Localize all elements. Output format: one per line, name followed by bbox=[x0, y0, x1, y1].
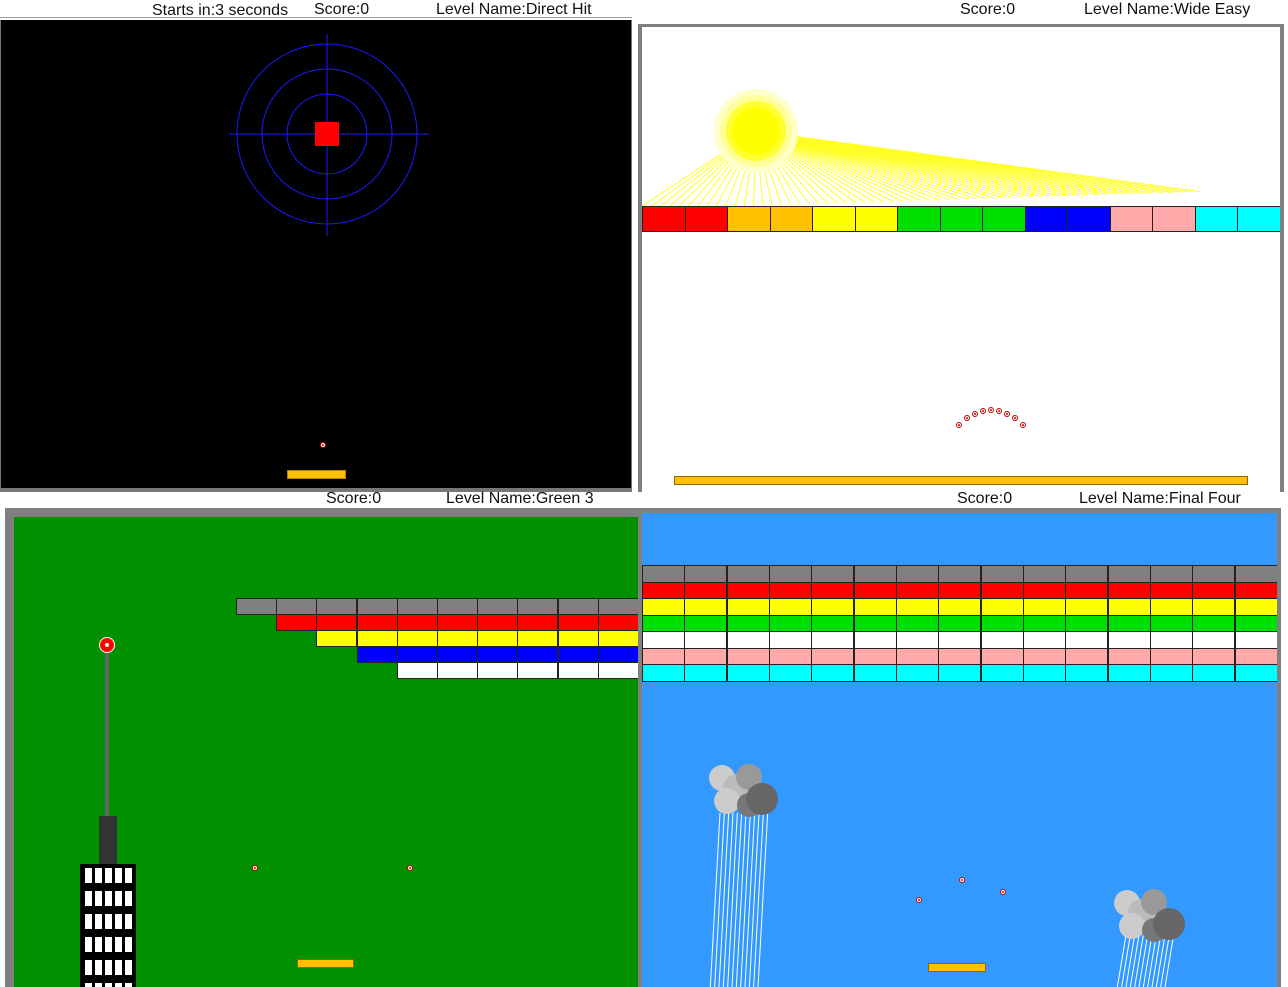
brick bbox=[397, 630, 438, 647]
ball bbox=[980, 407, 986, 414]
ball bbox=[956, 422, 962, 428]
ball bbox=[252, 865, 258, 871]
target-decoration bbox=[229, 34, 429, 236]
brick bbox=[276, 614, 317, 631]
level-name-text: Level Name:Wide Easy bbox=[1084, 1, 1251, 18]
brick bbox=[812, 206, 856, 232]
score-text: Score:0 bbox=[960, 1, 1016, 18]
brick bbox=[437, 662, 478, 679]
brick bbox=[437, 630, 478, 647]
brick bbox=[397, 646, 438, 663]
play-field[interactable] bbox=[0, 20, 632, 492]
ball bbox=[996, 407, 1002, 414]
ball bbox=[1004, 410, 1010, 417]
score-text: Score:0 bbox=[957, 490, 1013, 507]
brick bbox=[477, 630, 518, 647]
target-brick bbox=[315, 122, 339, 146]
paddle[interactable] bbox=[928, 963, 986, 972]
brick bbox=[477, 646, 518, 663]
ball bbox=[320, 442, 326, 448]
brick bbox=[517, 614, 558, 631]
ball bbox=[407, 865, 413, 871]
brick bbox=[642, 206, 686, 232]
brick bbox=[1025, 206, 1069, 232]
ball bbox=[959, 877, 965, 883]
brick bbox=[1195, 206, 1239, 232]
cloud-icon bbox=[1114, 889, 1185, 942]
paddle[interactable] bbox=[297, 959, 354, 968]
brick bbox=[357, 598, 398, 615]
brick bbox=[517, 630, 558, 647]
brick bbox=[685, 206, 729, 232]
brick bbox=[397, 662, 438, 679]
ball bbox=[1020, 422, 1026, 428]
brick bbox=[517, 598, 558, 615]
brick bbox=[1110, 206, 1154, 232]
ball bbox=[988, 407, 994, 413]
brick bbox=[1237, 206, 1280, 232]
brick bbox=[598, 630, 638, 647]
brick bbox=[770, 206, 814, 232]
level-name-text: Level Name:Final Four bbox=[1079, 490, 1241, 507]
brick bbox=[437, 646, 478, 663]
brick bbox=[558, 630, 599, 647]
play-field[interactable] bbox=[5, 508, 638, 987]
brick bbox=[727, 206, 771, 232]
level-name-text: Level Name:Green 3 bbox=[446, 490, 594, 507]
game-pane-direct-hit: Starts in:3 seconds Score:0 Level Name:D… bbox=[0, 0, 636, 492]
brick bbox=[357, 630, 398, 647]
brick bbox=[598, 614, 638, 631]
ball bbox=[972, 410, 978, 417]
brick bbox=[397, 598, 438, 615]
paddle[interactable] bbox=[674, 476, 1248, 485]
brick bbox=[598, 598, 638, 615]
brick bbox=[558, 598, 599, 615]
brick bbox=[276, 598, 317, 615]
brick bbox=[477, 662, 518, 679]
brick bbox=[437, 598, 478, 615]
score-text: Score:0 bbox=[326, 490, 382, 507]
brick bbox=[316, 630, 357, 647]
ball bbox=[1000, 889, 1006, 895]
brick bbox=[982, 206, 1026, 232]
play-field[interactable] bbox=[638, 24, 1284, 492]
ball bbox=[916, 897, 922, 903]
paddle[interactable] bbox=[287, 470, 346, 479]
rain-cloud-decoration bbox=[709, 764, 1185, 987]
brick bbox=[357, 614, 398, 631]
brick bbox=[940, 206, 984, 232]
brick bbox=[558, 614, 599, 631]
cloud-icon bbox=[709, 764, 778, 817]
brick bbox=[236, 598, 277, 615]
sun-decoration bbox=[642, 89, 1201, 207]
brick bbox=[598, 646, 638, 663]
play-field[interactable] bbox=[638, 508, 1281, 987]
brick bbox=[1152, 206, 1196, 232]
brick bbox=[477, 598, 518, 615]
brick bbox=[477, 614, 518, 631]
brick bbox=[357, 646, 398, 663]
brick bbox=[558, 662, 599, 679]
brick bbox=[316, 614, 357, 631]
brick bbox=[437, 614, 478, 631]
brick bbox=[517, 646, 558, 663]
brick bbox=[558, 646, 599, 663]
brick bbox=[897, 206, 941, 232]
game-pane-green-3: Score:0 Level Name:Green 3 bbox=[0, 490, 638, 987]
brick bbox=[517, 662, 558, 679]
game-pane-final-four: Score:0 Level Name:Final Four bbox=[638, 490, 1288, 987]
brick bbox=[397, 614, 438, 631]
game-pane-wide-easy: Score:0 Level Name:Wide Easy bbox=[638, 0, 1288, 492]
brick bbox=[855, 206, 899, 232]
brick bbox=[598, 662, 638, 679]
brick bbox=[316, 598, 357, 615]
brick bbox=[1067, 206, 1111, 232]
